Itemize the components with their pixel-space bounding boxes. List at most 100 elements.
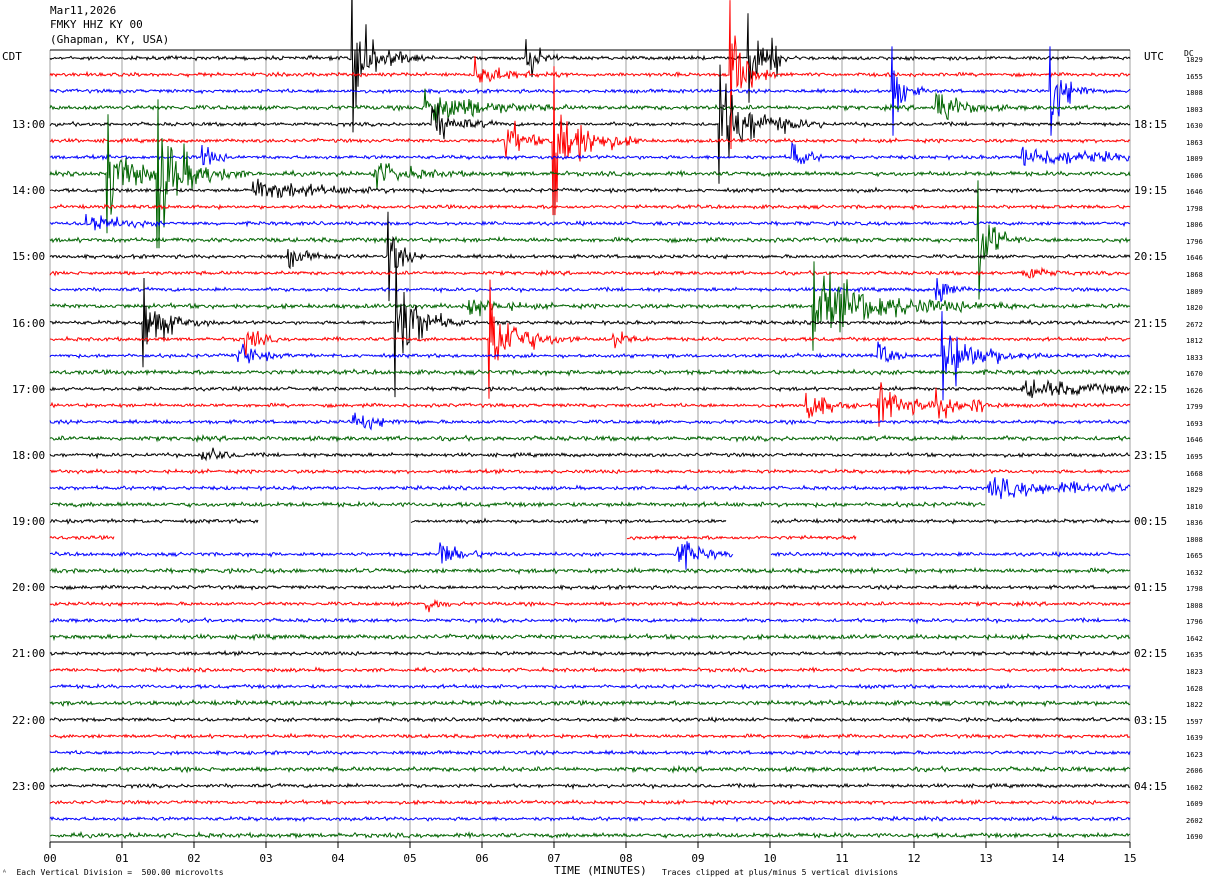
x-tick-label-03: 03 xyxy=(259,852,272,865)
trace-row-38 xyxy=(49,682,1131,691)
trace-row-4 xyxy=(49,64,1131,184)
cdt-time-label: 19:00 xyxy=(12,515,46,529)
trace-row-23 xyxy=(49,433,1131,444)
location-label: (Ghapman, KY, USA) xyxy=(50,33,170,46)
dc-offset-value: 1863 xyxy=(1186,138,1203,147)
trace-row-19 xyxy=(49,368,1131,377)
utc-time-label: 21:15 xyxy=(1134,316,1168,330)
dc-offset-value: 1796 xyxy=(1186,237,1203,246)
cdt-time-label: 23:00 xyxy=(12,779,46,793)
dc-offset-value: 1806 xyxy=(1186,221,1203,230)
dc-offset-value: 1628 xyxy=(1186,684,1203,693)
trace-row-28 xyxy=(49,517,1131,525)
trace-row-22 xyxy=(49,412,1131,431)
x-tick-label-05: 05 xyxy=(403,852,416,865)
utc-time-label: 03:15 xyxy=(1134,713,1168,727)
minute-gridlines xyxy=(49,49,1131,843)
utc-label: UTC xyxy=(1144,50,1164,63)
dc-offset-value: 1670 xyxy=(1186,370,1203,379)
x-tick-label-02: 02 xyxy=(187,852,200,865)
x-axis-label: TIME (MINUTES) xyxy=(554,864,647,877)
dc-offset-value: 1796 xyxy=(1186,618,1203,627)
trace-row-44 xyxy=(49,782,1131,791)
trace-row-43 xyxy=(49,764,1131,774)
dc-offset-value: 1833 xyxy=(1186,353,1203,362)
dc-offset-value: 1646 xyxy=(1186,188,1203,197)
scale-note-text: Each Vertical Division = 500.00 microvol… xyxy=(16,868,224,877)
helicorder-plot: 00 01 02 03 04 05 06 07 08 09 10 11 12 13 14 15 xyxy=(43,0,1137,865)
dc-offset-value: 1695 xyxy=(1186,452,1203,461)
utc-time-label: 20:15 xyxy=(1134,250,1168,264)
trace-row-32 xyxy=(49,583,1131,591)
dc-offset-value: 1809 xyxy=(1186,155,1203,164)
trace-row-34 xyxy=(49,616,1131,625)
trace-row-17 xyxy=(49,279,1131,399)
dc-offset-value: 2672 xyxy=(1186,320,1203,329)
dc-offset-value: 1646 xyxy=(1186,254,1203,263)
dc-offset-value: 1798 xyxy=(1186,204,1203,213)
dc-offset-value: 1836 xyxy=(1186,519,1203,528)
trace-row-14 xyxy=(49,278,1130,302)
dc-offset-value: 1665 xyxy=(1186,552,1203,561)
x-tick-label-14: 14 xyxy=(1051,852,1065,865)
dc-offset-value: 1606 xyxy=(1186,171,1203,180)
station-label: FMKY HHZ KY 00 xyxy=(50,18,143,31)
dc-offset-value: 1642 xyxy=(1186,634,1203,643)
x-tick-label-15: 15 xyxy=(1123,852,1136,865)
cdt-time-label: 15:00 xyxy=(12,250,46,264)
trace-row-11 xyxy=(49,180,1131,300)
x-axis-ticks: 00 01 02 03 04 05 06 07 08 09 10 11 12 13 14 15 xyxy=(43,842,1137,865)
x-tick-label-01: 01 xyxy=(115,852,128,865)
utc-time-label: 04:15 xyxy=(1134,779,1168,793)
x-tick-label-04: 04 xyxy=(331,852,345,865)
dc-offset-value: 1646 xyxy=(1186,436,1203,445)
dc-offset-value: 1822 xyxy=(1186,701,1203,710)
dc-offset-value: 1829 xyxy=(1186,56,1203,64)
utc-time-label: 00:15 xyxy=(1134,515,1168,529)
dc-offset-value: 1626 xyxy=(1186,386,1203,395)
trace-row-47 xyxy=(50,830,1131,840)
cdt-time-label: 20:00 xyxy=(12,581,46,595)
cdt-time-label: 16:00 xyxy=(12,316,46,330)
trace-row-24 xyxy=(49,447,1131,462)
cdt-time-label: 21:00 xyxy=(12,647,46,661)
cdt-label: CDT xyxy=(2,50,22,63)
dc-offset-value: 1609 xyxy=(1186,800,1203,809)
utc-time-label: 23:15 xyxy=(1134,448,1168,462)
dc-offset-value: 1632 xyxy=(1186,568,1203,577)
cdt-time-label: 13:00 xyxy=(12,118,46,132)
dc-offset-value: 2602 xyxy=(1186,816,1203,825)
utc-time-label: 22:15 xyxy=(1134,382,1168,396)
trace-row-29 xyxy=(49,534,857,541)
trace-row-18 xyxy=(49,311,1131,401)
trace-row-13 xyxy=(49,266,1130,279)
utc-time-label: 02:15 xyxy=(1134,647,1168,661)
dc-offset-value: 1820 xyxy=(1186,304,1203,313)
x-tick-label-13: 13 xyxy=(979,852,992,865)
dc-offset-value: 1799 xyxy=(1186,403,1203,412)
trace-row-10 xyxy=(49,214,1131,231)
dc-offset-value: 1602 xyxy=(1186,783,1203,792)
trace-row-37 xyxy=(49,666,1131,674)
utc-time-label: 18:15 xyxy=(1134,118,1168,132)
trace-row-7 xyxy=(49,99,1131,249)
dc-offset-value: 1597 xyxy=(1186,717,1203,726)
dc-offset-value: 1668 xyxy=(1186,469,1203,478)
dc-offset-value: 1809 xyxy=(1186,287,1203,296)
dc-offset-value: 1693 xyxy=(1186,419,1203,428)
trace-row-30 xyxy=(49,541,1131,570)
x-tick-label-06: 06 xyxy=(475,852,488,865)
x-tick-label-10: 10 xyxy=(763,852,776,865)
dc-offset-value: 2606 xyxy=(1186,767,1203,776)
cdt-time-label: 14:00 xyxy=(12,184,46,198)
trace-row-0 xyxy=(49,0,1131,133)
dc-offset-value: 1808 xyxy=(1186,535,1203,544)
dc-offset-value: 1829 xyxy=(1186,486,1203,495)
dc-offset-value: 1812 xyxy=(1186,337,1203,346)
trace-row-8 xyxy=(49,178,1131,199)
trace-row-39 xyxy=(49,698,1131,708)
dc-offset-value: 1690 xyxy=(1186,833,1203,842)
trace-row-5 xyxy=(49,66,1131,216)
dc-offset-value: 1808 xyxy=(1186,601,1203,610)
cdt-time-label: 17:00 xyxy=(12,382,46,396)
